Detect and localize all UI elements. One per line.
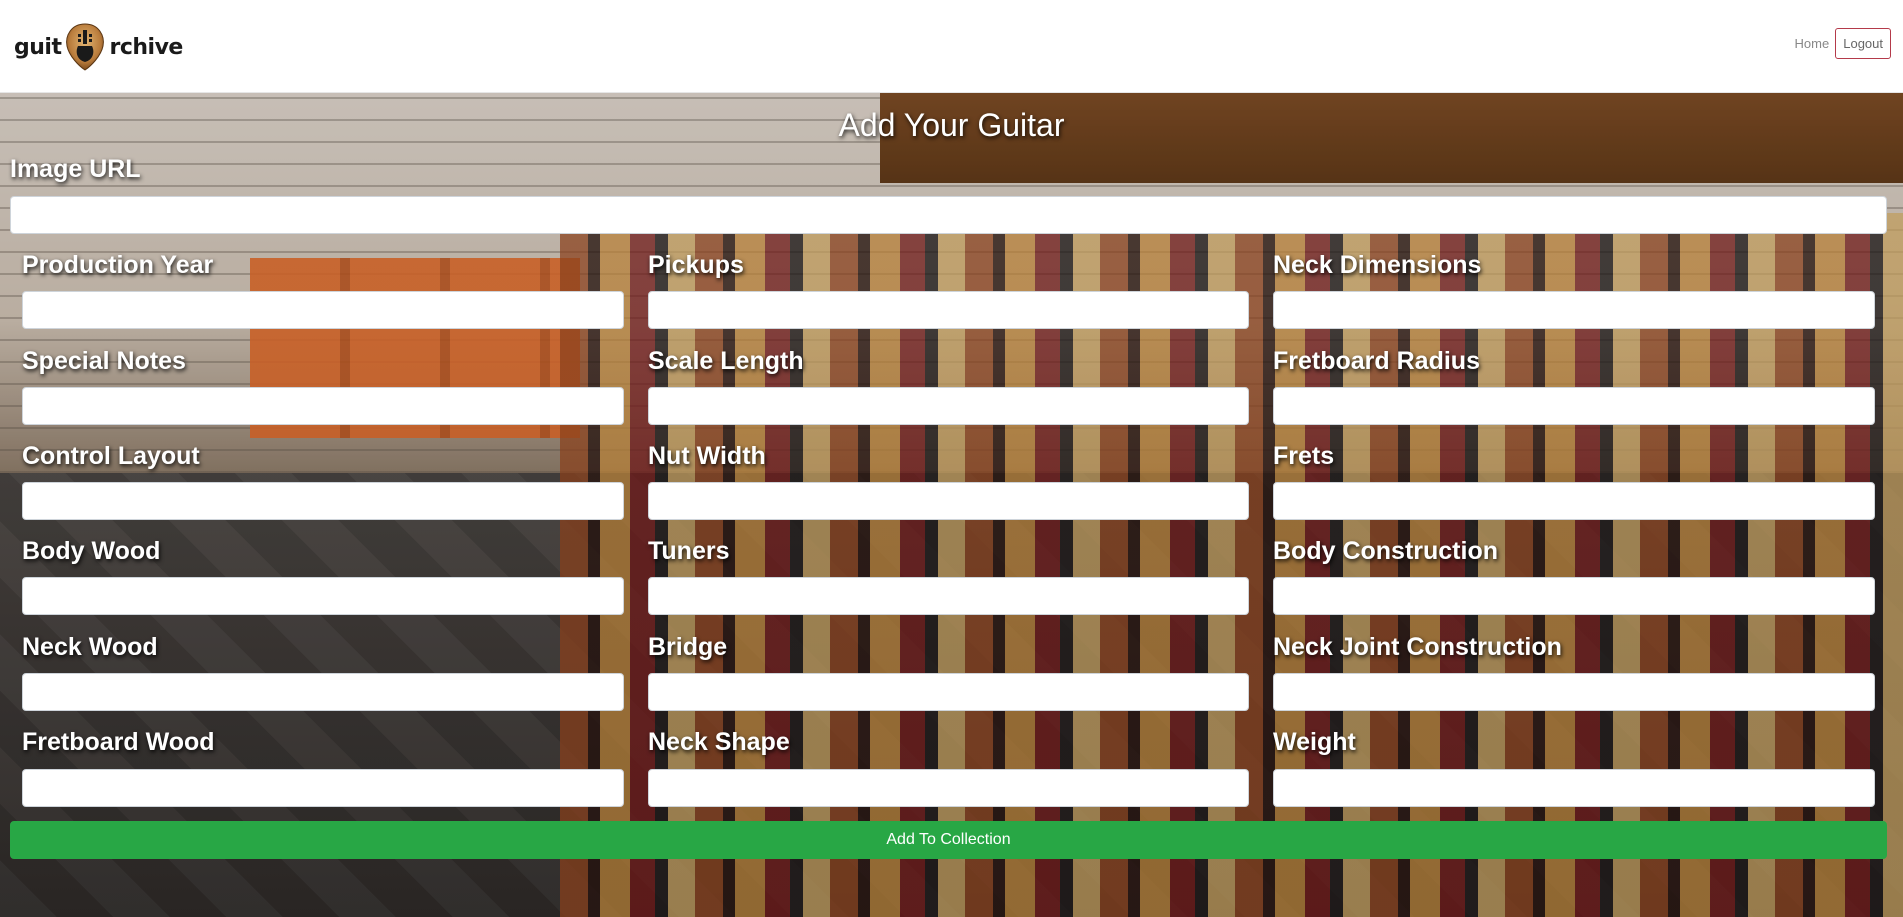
tuners-input[interactable] — [648, 577, 1249, 615]
add-to-collection-button[interactable]: Add To Collection — [10, 821, 1887, 859]
nav-links: Home Logout — [1789, 28, 1891, 59]
control-layout-input[interactable] — [22, 482, 624, 520]
special-notes-input[interactable] — [22, 387, 624, 425]
add-guitar-section: Add Your Guitar Image URL Production Yea… — [0, 93, 1903, 917]
body-construction-label: Body Construction — [1273, 537, 1498, 565]
logout-button[interactable]: Logout — [1835, 28, 1891, 59]
logo-text-start: guit — [14, 34, 62, 60]
scale-length-input[interactable] — [648, 387, 1249, 425]
nav-home-link[interactable]: Home — [1789, 28, 1836, 59]
page-title: Add Your Guitar — [838, 107, 1065, 143]
neck-shape-label: Neck Shape — [648, 728, 790, 756]
fretboard-wood-input[interactable] — [22, 769, 624, 807]
neck-joint-construction-label: Neck Joint Construction — [1273, 633, 1562, 661]
neck-dimensions-input[interactable] — [1273, 291, 1875, 329]
image-url-input[interactable] — [10, 196, 1887, 234]
bridge-input[interactable] — [648, 673, 1249, 711]
neck-joint-construction-input[interactable] — [1273, 673, 1875, 711]
production-year-label: Production Year — [22, 251, 214, 279]
pickups-label: Pickups — [648, 251, 744, 279]
control-layout-label: Control Layout — [22, 442, 200, 470]
special-notes-label: Special Notes — [22, 347, 186, 375]
neck-wood-label: Neck Wood — [22, 633, 158, 661]
tuners-label: Tuners — [648, 537, 730, 565]
image-url-label: Image URL — [10, 155, 141, 183]
fretboard-radius-label: Fretboard Radius — [1273, 347, 1480, 375]
body-wood-label: Body Wood — [22, 537, 161, 565]
body-construction-input[interactable] — [1273, 577, 1875, 615]
body-wood-input[interactable] — [22, 577, 624, 615]
weight-input[interactable] — [1273, 769, 1875, 807]
neck-shape-input[interactable] — [648, 769, 1249, 807]
pickups-input[interactable] — [648, 291, 1249, 329]
weight-label: Weight — [1273, 728, 1356, 756]
neck-wood-input[interactable] — [22, 673, 624, 711]
frets-input[interactable] — [1273, 482, 1875, 520]
site-logo[interactable]: guit rchive — [14, 22, 183, 72]
navbar: guit rchive Home Logout — [0, 0, 1903, 93]
production-year-input[interactable] — [22, 291, 624, 329]
logo-text-end: rchive — [109, 34, 183, 60]
fretboard-radius-input[interactable] — [1273, 387, 1875, 425]
scale-length-label: Scale Length — [648, 347, 804, 375]
frets-label: Frets — [1273, 442, 1335, 470]
bridge-label: Bridge — [648, 633, 728, 661]
fretboard-wood-label: Fretboard Wood — [22, 728, 215, 756]
guitar-pick-icon — [66, 23, 105, 71]
nut-width-label: Nut Width — [648, 442, 766, 470]
neck-dimensions-label: Neck Dimensions — [1273, 251, 1482, 279]
nut-width-input[interactable] — [648, 482, 1249, 520]
